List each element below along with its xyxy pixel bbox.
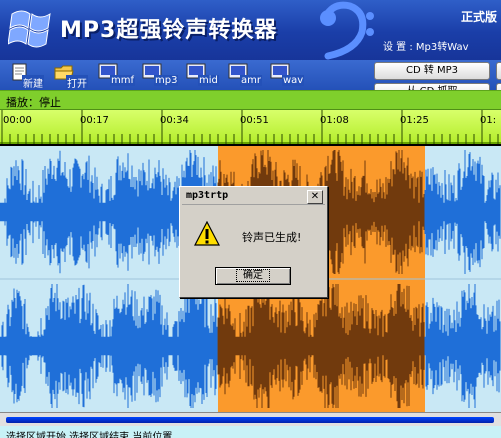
amr-button[interactable]: amr <box>228 63 268 89</box>
tick-label: 00:17 <box>80 115 109 126</box>
mid-button[interactable]: mid <box>186 63 226 89</box>
play-status-bar: 播放：停止 <box>0 90 501 110</box>
mp3-label: mp3 <box>154 75 179 86</box>
new-button[interactable]: 新建 <box>10 63 44 90</box>
tick-label: 01:25 <box>400 115 429 126</box>
cd-to-mp3-extra-button[interactable] <box>496 62 501 80</box>
tick-label: 01: <box>480 115 497 126</box>
bass-clef-icon <box>320 1 374 60</box>
tick-label: 00:34 <box>160 115 189 126</box>
open-button[interactable]: 打开 <box>54 63 88 90</box>
warning-icon <box>194 221 220 246</box>
wav-button[interactable]: wav <box>270 63 310 89</box>
status-bar-text: 选择区域开始 选择区域结束 当前位置 <box>6 432 173 438</box>
tick-label: 01:08 <box>320 115 349 126</box>
wav-label: wav <box>282 75 305 86</box>
ok-label: 确定 <box>236 269 270 282</box>
horizontal-scrollbar[interactable] <box>0 412 501 426</box>
cd-to-mp3-button[interactable]: CD 转 MP3 <box>374 62 490 80</box>
close-button[interactable]: ✕ <box>307 190 323 204</box>
timeline-ruler[interactable]: 00:00 00:17 00:34 00:51 01:08 01:25 01: <box>0 110 501 144</box>
app-header: MP3超强铃声转换器 正式版 设 置 : Mp3转Wav <box>0 0 501 60</box>
app-title: MP3超强铃声转换器 <box>60 18 278 43</box>
new-label: 新建 <box>22 75 44 90</box>
open-label: 打开 <box>66 75 88 90</box>
play-status-text: 播放：停止 <box>6 96 61 109</box>
settings-label: 设 置 : Mp3转Wav <box>383 42 469 53</box>
scroll-thumb[interactable] <box>6 417 494 423</box>
close-icon: ✕ <box>310 191 320 202</box>
mid-label: mid <box>198 75 219 86</box>
windows-logo-icon <box>8 10 51 48</box>
tick-label: 00:51 <box>240 115 269 126</box>
dialog-titlebar[interactable]: mp3trtp ✕ <box>182 189 325 205</box>
edition-label: 正式版 <box>460 10 497 24</box>
tick-label: 00:00 <box>3 115 32 126</box>
mmf-button[interactable]: mmf <box>98 63 138 89</box>
amr-label: amr <box>240 75 262 86</box>
status-bar: 选择区域开始 选择区域结束 当前位置 <box>0 426 501 438</box>
dialog-title: mp3trtp <box>186 190 229 201</box>
message-dialog: mp3trtp ✕ 铃声已生成! 确定 <box>179 186 328 298</box>
dialog-message: 铃声已生成! <box>242 231 302 244</box>
mp3-button[interactable]: mp3 <box>142 63 182 89</box>
mmf-label: mmf <box>110 75 136 86</box>
ok-button[interactable]: 确定 <box>215 267 291 285</box>
